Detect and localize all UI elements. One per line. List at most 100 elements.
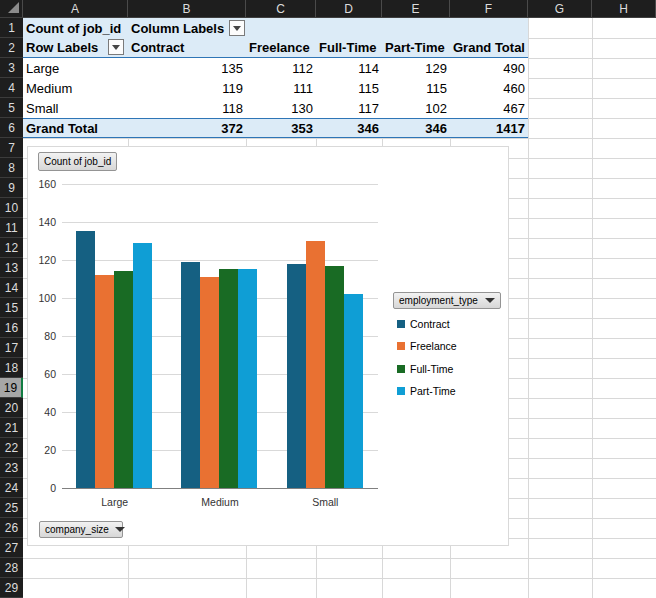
row-header-5[interactable]: 5 bbox=[0, 98, 23, 118]
pivot-value-cell[interactable]: 117 bbox=[316, 98, 382, 118]
bar-full-time-small[interactable] bbox=[325, 266, 344, 488]
pivot-value-cell[interactable]: 130 bbox=[246, 98, 316, 118]
pivot-cell-count-of-job-id[interactable]: Count of job_id bbox=[23, 18, 128, 38]
pivot-cell-blank[interactable] bbox=[246, 18, 528, 38]
legend-item-contract[interactable]: Contract bbox=[397, 318, 450, 330]
column-header-F[interactable]: F bbox=[450, 0, 528, 17]
pivot-value-cell[interactable]: 460 bbox=[450, 78, 528, 98]
row-header-7[interactable]: 7 bbox=[0, 138, 23, 158]
pivot-row-label-small[interactable]: Small bbox=[23, 98, 128, 118]
pivot-value-cell[interactable]: 129 bbox=[382, 58, 450, 78]
pivot-value-cell[interactable]: 467 bbox=[450, 98, 528, 118]
pivot-row-label-medium[interactable]: Medium bbox=[23, 78, 128, 98]
bar-part-time-medium[interactable] bbox=[238, 269, 257, 488]
pivot-row-label-large[interactable]: Large bbox=[23, 58, 128, 78]
column-header-G[interactable]: G bbox=[528, 0, 592, 17]
legend-field-button[interactable]: employment_type bbox=[393, 292, 501, 309]
chart-gridline bbox=[62, 184, 378, 185]
pivot-value-cell[interactable]: 115 bbox=[382, 78, 450, 98]
pivot-column-header-contract[interactable]: Contract bbox=[128, 38, 246, 57]
pivot-grand-total-value[interactable]: 1417 bbox=[450, 119, 528, 137]
pivot-cell-column-labels[interactable]: Column Labels bbox=[128, 18, 246, 38]
row-header-29[interactable]: 29 bbox=[0, 578, 23, 598]
pivot-value-cell[interactable]: 112 bbox=[246, 58, 316, 78]
column-header-A[interactable]: A bbox=[23, 0, 128, 17]
row-header-23[interactable]: 23 bbox=[0, 458, 23, 478]
row-header-2[interactable]: 2 bbox=[0, 38, 23, 58]
pivot-grand-total-value[interactable]: 346 bbox=[316, 119, 382, 137]
legend-item-part-time[interactable]: Part-Time bbox=[397, 385, 456, 397]
pivot-grand-total-value[interactable]: 353 bbox=[246, 119, 316, 137]
row-header-10[interactable]: 10 bbox=[0, 198, 23, 218]
row-header-9[interactable]: 9 bbox=[0, 178, 23, 198]
row-header-14[interactable]: 14 bbox=[0, 278, 23, 298]
bar-full-time-large[interactable] bbox=[114, 271, 133, 488]
pivot-value-cell[interactable]: 118 bbox=[128, 98, 246, 118]
select-all-corner[interactable] bbox=[0, 0, 23, 17]
legend-label: Freelance bbox=[410, 340, 457, 352]
gridline-horizontal bbox=[23, 138, 656, 139]
pivot-value-cell[interactable]: 115 bbox=[316, 78, 382, 98]
pivot-value-cell[interactable]: 490 bbox=[450, 58, 528, 78]
bar-contract-medium[interactable] bbox=[181, 262, 200, 488]
row-header-25[interactable]: 25 bbox=[0, 498, 23, 518]
pivot-column-header-part-time[interactable]: Part-Time bbox=[382, 38, 450, 57]
pivot-grand-total-value[interactable]: 346 bbox=[382, 119, 450, 137]
axis-field-button[interactable]: company_size bbox=[39, 521, 123, 538]
row-header-4[interactable]: 4 bbox=[0, 78, 23, 98]
legend-item-full-time[interactable]: Full-Time bbox=[397, 363, 453, 375]
bar-part-time-large[interactable] bbox=[133, 243, 152, 488]
row-header-19[interactable]: 19 bbox=[0, 378, 23, 398]
pivot-grand-total-label[interactable]: Grand Total bbox=[23, 119, 128, 137]
pivot-column-header-grand total[interactable]: Grand Total bbox=[450, 38, 528, 57]
legend-swatch-part-time bbox=[397, 387, 405, 395]
row-header-18[interactable]: 18 bbox=[0, 358, 23, 378]
row-header-3[interactable]: 3 bbox=[0, 58, 23, 78]
pivot-cell-row-labels[interactable]: Row Labels bbox=[23, 38, 128, 57]
row-labels-filter-button[interactable] bbox=[108, 39, 124, 55]
column-header-C[interactable]: C bbox=[246, 0, 316, 17]
bar-contract-small[interactable] bbox=[287, 264, 306, 488]
chart-gridline bbox=[62, 222, 378, 223]
row-header-20[interactable]: 20 bbox=[0, 398, 23, 418]
column-header-D[interactable]: D bbox=[316, 0, 382, 17]
row-header-26[interactable]: 26 bbox=[0, 518, 23, 538]
bar-part-time-small[interactable] bbox=[344, 294, 363, 488]
pivot-value-cell[interactable]: 102 bbox=[382, 98, 450, 118]
row-header-21[interactable]: 21 bbox=[0, 418, 23, 438]
row-header-1[interactable]: 1 bbox=[0, 18, 23, 38]
row-header-12[interactable]: 12 bbox=[0, 238, 23, 258]
pivot-column-header-full-time[interactable]: Full-Time bbox=[316, 38, 382, 57]
bar-contract-large[interactable] bbox=[76, 231, 95, 488]
row-header-6[interactable]: 6 bbox=[0, 118, 23, 138]
pivot-chart[interactable]: Count of job_id employment_type company_… bbox=[27, 146, 509, 546]
row-header-13[interactable]: 13 bbox=[0, 258, 23, 278]
column-header-E[interactable]: E bbox=[382, 0, 450, 17]
row-header-11[interactable]: 11 bbox=[0, 218, 23, 238]
pivot-value-cell[interactable]: 119 bbox=[128, 78, 246, 98]
pivot-value-cell[interactable]: 111 bbox=[246, 78, 316, 98]
column-header-B[interactable]: B bbox=[128, 0, 246, 17]
pivot-grand-total-value[interactable]: 372 bbox=[128, 119, 246, 137]
pivot-column-header-freelance[interactable]: Freelance bbox=[246, 38, 316, 57]
bar-full-time-medium[interactable] bbox=[219, 269, 238, 488]
value-field-button[interactable]: Count of job_id bbox=[38, 152, 117, 171]
gridline-horizontal bbox=[23, 578, 656, 579]
row-header-8[interactable]: 8 bbox=[0, 158, 23, 178]
row-header-22[interactable]: 22 bbox=[0, 438, 23, 458]
legend-item-freelance[interactable]: Freelance bbox=[397, 340, 457, 352]
bar-freelance-medium[interactable] bbox=[200, 277, 219, 488]
bar-freelance-large[interactable] bbox=[95, 275, 114, 488]
bar-freelance-small[interactable] bbox=[306, 241, 325, 488]
row-header-27[interactable]: 27 bbox=[0, 538, 23, 558]
row-header-24[interactable]: 24 bbox=[0, 478, 23, 498]
column-labels-filter-button[interactable] bbox=[229, 20, 245, 36]
row-header-28[interactable]: 28 bbox=[0, 558, 23, 578]
row-header-17[interactable]: 17 bbox=[0, 338, 23, 358]
column-header-H[interactable]: H bbox=[592, 0, 656, 17]
pivot-value-cell[interactable]: 114 bbox=[316, 58, 382, 78]
dropdown-caret-icon bbox=[115, 527, 125, 532]
row-header-16[interactable]: 16 bbox=[0, 318, 23, 338]
pivot-value-cell[interactable]: 135 bbox=[128, 58, 246, 78]
row-header-15[interactable]: 15 bbox=[0, 298, 23, 318]
